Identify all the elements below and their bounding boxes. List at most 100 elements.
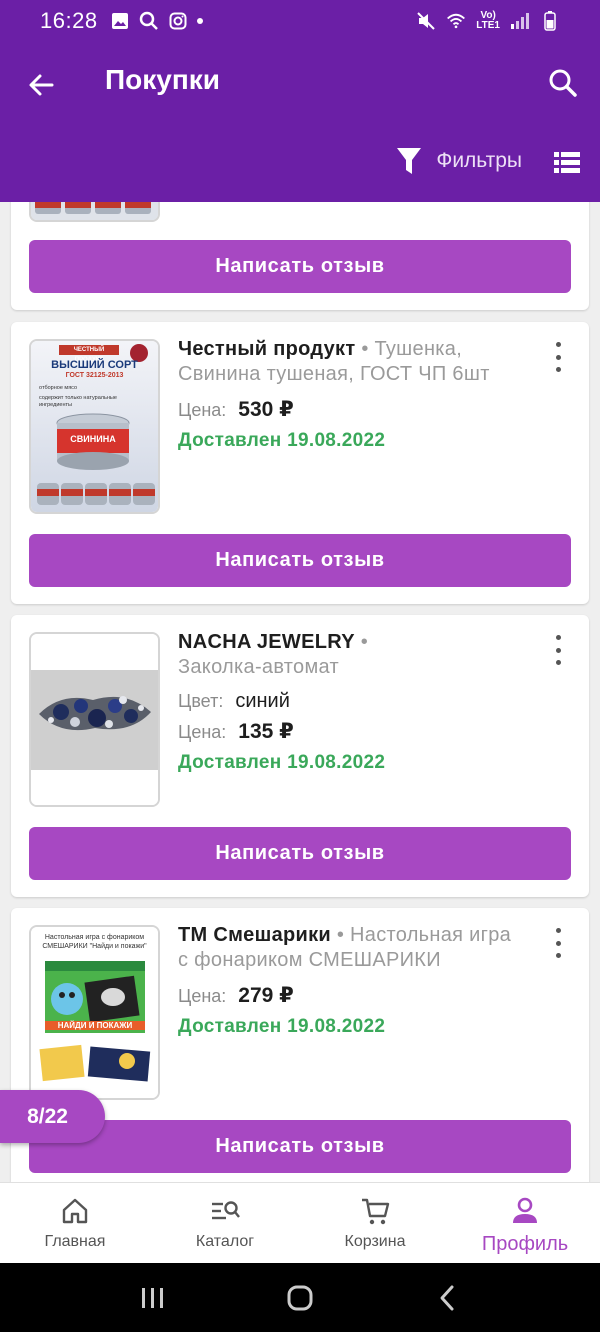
hair-clip-image: [31, 634, 158, 805]
purchases-list[interactable]: Написать отзыв ЧЕСТНЫЙ ПРОДУКТ ВЫСШИЙ СО…: [0, 202, 600, 1182]
battery-icon: [540, 11, 560, 31]
gallery-icon: [110, 11, 130, 31]
arrow-left-icon: [29, 74, 54, 96]
more-options-button[interactable]: [553, 342, 563, 372]
price-label: Цена:: [178, 400, 227, 420]
order-info: NACHA JEWELRY • Заколка-автомат Цвет: си…: [178, 630, 513, 774]
order-card[interactable]: NACHA JEWELRY • Заколка-автомат Цвет: си…: [11, 615, 589, 897]
nav-home-label: Главная: [44, 1233, 106, 1250]
more-notifications-icon: [196, 18, 203, 24]
more-options-button[interactable]: [553, 635, 563, 665]
status-bar: 16:28 Vo) LTE1: [0, 0, 600, 42]
price-value: 135 ₽: [238, 720, 294, 743]
cans-graphic: [37, 413, 155, 505]
product-name: NACHA JEWELRY • Заколка-автомат: [178, 630, 513, 680]
filter-icon: [397, 148, 422, 174]
order-card-partial: Написать отзыв: [11, 202, 589, 310]
list-view-icon: [554, 152, 580, 173]
thumb-caption: Настольная игра с фонариком СМЕШАРИКИ "Н…: [42, 934, 147, 950]
more-vert-icon: [555, 635, 561, 640]
product-thumbnail[interactable]: ЧЕСТНЫЙ ПРОДУКТ ВЫСШИЙ СОРТ ГОСТ 32125-2…: [29, 339, 160, 514]
system-navigation: [0, 1263, 600, 1332]
nav-catalog-label: Каталог: [195, 1233, 255, 1250]
thumb-can-label: СВИНИНА: [70, 434, 116, 444]
search-notification-icon: [139, 11, 159, 31]
chevron-left-icon: [440, 1285, 454, 1310]
delivery-status: Доставлен 19.08.2022: [178, 1016, 386, 1037]
home-circle-icon: [287, 1285, 313, 1310]
price-row: Цена: 135 ₽: [178, 719, 513, 744]
write-review-button[interactable]: Написать отзыв: [29, 534, 571, 587]
back-system-button[interactable]: [427, 1278, 467, 1318]
app-bar: Покупки Фильтры: [0, 42, 600, 202]
page-title: Покупки: [105, 64, 220, 95]
price-label: Цена:: [178, 986, 227, 1006]
thumb-box-title: НАЙДИ И ПОКАЖИ: [45, 1021, 145, 1030]
thumb-gost: ГОСТ 32125-2013: [65, 372, 124, 379]
lte-indicator: Vo) LTE1: [476, 11, 500, 31]
signal-icon: [510, 11, 530, 31]
delivery-status: Доставлен 19.08.2022: [178, 752, 386, 773]
thumb-brand: ЧЕСТНЫЙ ПРОДУКТ: [73, 347, 105, 363]
price-row: Цена: 279 ₽: [178, 983, 513, 1008]
price-value: 530 ₽: [238, 398, 294, 421]
brand-name: NACHA JEWELRY: [178, 631, 355, 653]
nav-cart[interactable]: Корзина: [300, 1183, 450, 1263]
separator: •: [331, 924, 351, 946]
filters-button[interactable]: Фильтры: [396, 146, 522, 176]
recents-icon: [142, 1287, 164, 1308]
home-system-button[interactable]: [280, 1278, 320, 1318]
color-row: Цвет: синий: [178, 690, 513, 713]
order-info: Честный продукт • Тушенка, Свинина тушен…: [178, 337, 513, 452]
nav-catalog[interactable]: Каталог: [150, 1183, 300, 1263]
cans-image: [31, 202, 158, 220]
price-label: Цена:: [178, 722, 227, 742]
delivery-status: Доставлен 19.08.2022: [178, 430, 386, 451]
product-name: Честный продукт • Тушенка, Свинина тушен…: [178, 337, 513, 387]
color-value: синий: [235, 690, 290, 712]
list-view-button[interactable]: [552, 148, 582, 178]
back-button[interactable]: [24, 68, 58, 102]
product-thumbnail[interactable]: Настольная игра с фонариком СМЕШАРИКИ "Н…: [29, 925, 160, 1100]
search-button[interactable]: [546, 66, 580, 100]
write-review-button[interactable]: Написать отзыв: [29, 827, 571, 880]
thumb-bullet-2: содержит только натуральные ингредиенты: [39, 395, 117, 408]
page-counter: 8/22: [0, 1090, 105, 1143]
thumb-grade: ВЫСШИЙ СОРТ: [51, 359, 138, 371]
order-info: ТМ Смешарики • Настольная игра с фонарик…: [178, 923, 513, 1038]
recents-button[interactable]: [133, 1278, 173, 1318]
catalog-search-icon: [212, 1201, 240, 1220]
order-card[interactable]: Настольная игра с фонариком СМЕШАРИКИ "Н…: [11, 908, 589, 1182]
separator: •: [354, 631, 369, 653]
bottom-navigation: Главная Каталог Корзина Профиль: [0, 1182, 600, 1263]
board-game-image: [31, 927, 158, 1098]
product-thumbnail[interactable]: [29, 632, 160, 807]
product-thumbnail[interactable]: [29, 202, 160, 222]
color-label: Цвет:: [178, 691, 224, 711]
more-options-button[interactable]: [553, 928, 563, 958]
price-row: Цена: 530 ₽: [178, 397, 513, 422]
search-icon: [549, 69, 577, 97]
order-card[interactable]: ЧЕСТНЫЙ ПРОДУКТ ВЫСШИЙ СОРТ ГОСТ 32125-2…: [11, 322, 589, 604]
product-title: Заколка-автомат: [178, 656, 339, 678]
mute-icon: [416, 11, 436, 31]
status-time: 16:28: [40, 8, 98, 33]
lte-bottom: LTE1: [476, 20, 500, 31]
write-review-button[interactable]: Написать отзыв: [29, 1120, 571, 1173]
filters-label: Фильтры: [436, 149, 522, 172]
price-value: 279 ₽: [238, 984, 294, 1007]
brand-name: Честный продукт: [178, 338, 356, 360]
instagram-icon: [168, 11, 188, 31]
product-name: ТМ Смешарики • Настольная игра с фонарик…: [178, 923, 513, 973]
separator: •: [355, 338, 375, 360]
cart-icon: [362, 1198, 390, 1225]
nav-home[interactable]: Главная: [0, 1183, 150, 1263]
nav-profile-label: Профиль: [481, 1233, 569, 1255]
write-review-button[interactable]: Написать отзыв: [29, 240, 571, 293]
nav-cart-label: Корзина: [344, 1233, 406, 1250]
nav-profile[interactable]: Профиль: [450, 1183, 600, 1263]
more-vert-icon: [555, 928, 561, 933]
home-icon: [62, 1198, 88, 1224]
wifi-icon: [446, 11, 466, 31]
brand-name: ТМ Смешарики: [178, 924, 332, 946]
